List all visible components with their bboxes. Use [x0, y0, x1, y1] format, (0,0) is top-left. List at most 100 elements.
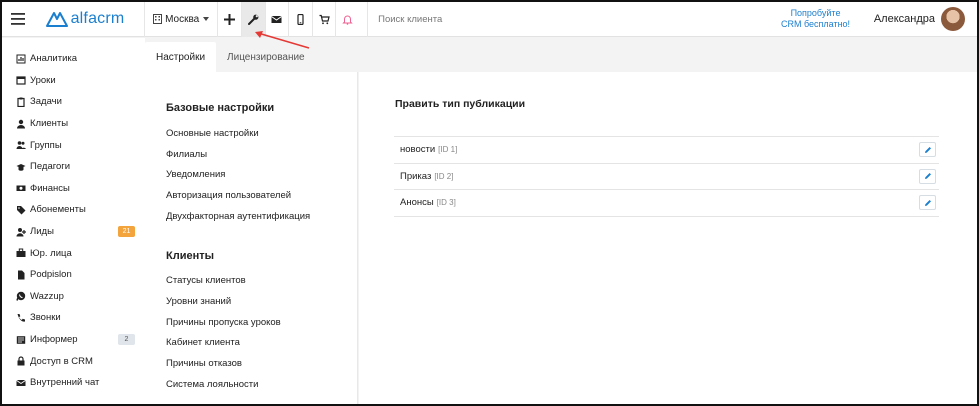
settings-link-client-statuses[interactable]: Статусы клиентов	[166, 275, 246, 286]
settings-link-knowledge-levels[interactable]: Уровни знаний	[166, 296, 231, 307]
try-line-2: CRM бесплатно!	[780, 19, 851, 29]
pencil-icon	[924, 199, 931, 206]
lock-icon	[15, 356, 26, 366]
settings-link-notifications[interactable]: Уведомления	[166, 169, 225, 180]
sidebar-item-label: Доступ в CRM	[30, 355, 93, 367]
pencil-icon	[924, 173, 931, 179]
sidebar-item[interactable]: Педагоги	[2, 156, 145, 178]
count-badge: 2	[118, 333, 135, 345]
sidebar-item[interactable]: Аналитика	[2, 48, 145, 70]
app-window: alfacrm Москва Поиск клиента Попробуйте …	[0, 0, 979, 406]
sidebar-item[interactable]: Юр. лица	[2, 242, 145, 264]
chevron-down-icon	[203, 17, 210, 21]
page-title: Править тип публикации	[395, 98, 526, 110]
user-menu[interactable]: Александра	[866, 2, 977, 37]
settings-link-client-cabinet[interactable]: Кабинет клиента	[166, 337, 240, 348]
sidebar-item-label: Юр. лица	[30, 247, 72, 259]
file-icon	[15, 270, 26, 280]
menu-icon[interactable]	[4, 2, 32, 37]
cart-button[interactable]	[311, 2, 336, 37]
user-name: Александра	[873, 13, 935, 25]
publication-id: [ID 2]	[434, 171, 454, 181]
sidebar-item-label: Аналитика	[30, 53, 78, 65]
clipboard-icon	[15, 97, 26, 107]
topbar: alfacrm Москва Поиск клиента Попробуйте …	[2, 2, 977, 37]
city-selector[interactable]: Москва	[145, 2, 217, 37]
settings-link-2fa[interactable]: Двухфакторная аутентификация	[166, 211, 310, 222]
sidebar-item[interactable]: Wazzup	[2, 286, 145, 308]
sidebar-item[interactable]: Доступ в CRM	[2, 350, 145, 372]
bell-icon	[342, 15, 354, 25]
add-button[interactable]	[217, 2, 241, 37]
logo-icon	[45, 12, 68, 27]
sidebar-item[interactable]: Абонементы	[2, 199, 145, 221]
avatar[interactable]	[941, 7, 965, 31]
wrench-icon	[247, 14, 259, 25]
sidebar-item[interactable]: Задачи	[2, 91, 145, 113]
settings-link-branches[interactable]: Филиалы	[166, 149, 207, 160]
analytics-icon	[15, 54, 26, 64]
table-row: Приказ [ID 2]	[394, 164, 939, 190]
sidebar-item[interactable]: Финансы	[2, 178, 145, 200]
publication-types-table: новости [ID 1] Приказ [ID 2] Анонсы [ID …	[394, 136, 939, 217]
sidebar-item[interactable]: Информер 2	[2, 329, 145, 351]
sidebar-item[interactable]: Уроки	[2, 70, 145, 92]
settings-link-main[interactable]: Основные настройки	[166, 128, 259, 139]
edit-button[interactable]	[919, 168, 936, 184]
try-line-1: Попробуйте	[790, 8, 841, 18]
sidebar-item-label: Финансы	[30, 182, 70, 194]
pencil-icon	[924, 146, 931, 153]
building-icon	[153, 14, 163, 24]
edit-button[interactable]	[919, 195, 936, 210]
sidebar-item[interactable]: Podpislon	[2, 264, 145, 286]
search-box	[367, 2, 771, 37]
plus-icon	[224, 13, 236, 25]
settings-link-loyalty[interactable]: Система лояльности	[166, 379, 258, 390]
publication-name: новости	[400, 144, 436, 156]
logo[interactable]: alfacrm	[45, 2, 145, 37]
newspaper-icon	[15, 335, 26, 345]
tab-settings[interactable]: Настройки	[145, 42, 217, 72]
settings-link-refusal-reasons[interactable]: Причины отказов	[166, 358, 242, 369]
graduation-cap-icon	[15, 162, 26, 172]
sidebar-item-label: Уроки	[30, 74, 56, 86]
phone-call-icon	[15, 313, 26, 323]
phone-icon	[297, 13, 304, 25]
settings-link-absence-reasons[interactable]: Причины пропуска уроков	[166, 317, 281, 328]
user-plus-icon	[15, 227, 26, 237]
sidebar-item[interactable]: Клиенты	[2, 113, 145, 135]
user-icon	[15, 119, 26, 129]
basic-settings-title: Базовые настройки	[166, 102, 275, 114]
try-free-link[interactable]: Попробуйте CRM бесплатно!	[771, 8, 860, 30]
sidebar-item[interactable]: Внутренний чат	[2, 372, 145, 394]
tab-licensing[interactable]: Лицензирование	[216, 42, 316, 72]
sidebar-item-label: Группы	[30, 139, 62, 151]
logo-text: alfacrm	[70, 10, 125, 27]
sidebar-item-label: Абонементы	[30, 204, 86, 216]
notifications-button[interactable]	[335, 2, 359, 37]
clients-title: Клиенты	[166, 250, 215, 262]
sidebar-item-label: Podpislon	[30, 269, 72, 281]
sidebar-item[interactable]: Лиды 21	[2, 221, 145, 243]
count-badge: 21	[118, 225, 135, 237]
sidebar-item-label: Педагоги	[30, 161, 71, 173]
briefcase-icon	[15, 248, 26, 258]
sidebar-item-label: Внутренний чат	[30, 377, 100, 389]
city-label: Москва	[165, 13, 200, 25]
tag-icon	[15, 205, 26, 215]
users-icon	[15, 140, 26, 150]
sidebar-item-label: Информер	[30, 334, 78, 346]
sidebar-item[interactable]: Группы	[2, 134, 145, 156]
money-icon	[15, 183, 26, 193]
edit-button[interactable]	[919, 142, 936, 157]
sidebar-item-label: Звонки	[30, 312, 61, 324]
tabs: Настройки Лицензирование	[145, 42, 316, 72]
search-input[interactable]	[378, 13, 579, 25]
sidebar-item-label: Лиды	[30, 226, 54, 238]
sidebar-item[interactable]: Звонки	[2, 307, 145, 329]
settings-link-authorization[interactable]: Авторизация пользователей	[166, 190, 291, 201]
table-row: новости [ID 1]	[394, 137, 939, 164]
sidebar: Аналитика Уроки Задачи Клиенты Группы Педагог…	[2, 38, 145, 404]
sidebar-item-label: Клиенты	[30, 118, 69, 130]
cart-icon	[319, 14, 330, 24]
